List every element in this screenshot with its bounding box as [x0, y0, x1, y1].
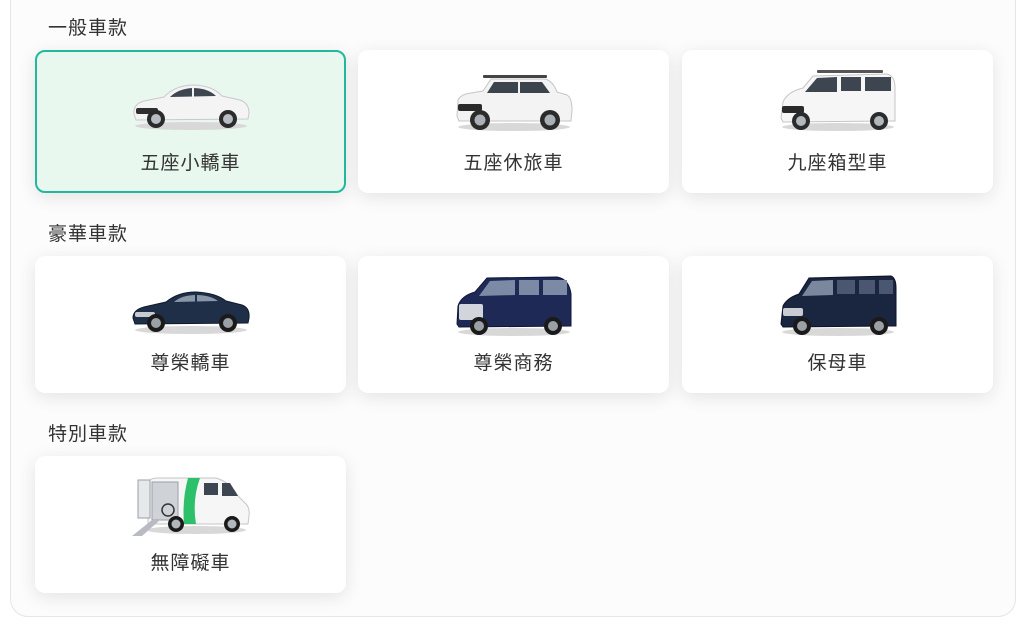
luxury-mpv-icon	[455, 276, 571, 336]
vehicle-card-van[interactable]: 九座箱型車	[682, 50, 993, 193]
vehicle-card-label: 無障礙車	[150, 552, 231, 574]
section-title-luxury: 豪華車款	[48, 223, 129, 245]
section-title-general: 一般車款	[48, 17, 129, 39]
white-suv-icon	[455, 75, 573, 131]
accessible-van-icon	[131, 477, 250, 536]
vehicle-card-luxury-sedan[interactable]: 尊榮轎車	[35, 256, 346, 393]
vehicle-card-label: 尊榮轎車	[150, 352, 231, 374]
white-van-icon	[779, 70, 895, 131]
section-title-special: 特別車款	[48, 423, 129, 445]
vehicle-card-label: 五座休旅車	[463, 152, 564, 174]
vehicle-card-accessible[interactable]: 無障礙車	[35, 456, 346, 593]
vehicle-card-label: 九座箱型車	[787, 152, 888, 174]
vehicle-card-nanny-van[interactable]: 保母車	[682, 256, 993, 393]
vehicle-card-label: 五座小轎車	[140, 152, 241, 174]
luxury-sedan-icon	[131, 291, 250, 334]
vehicle-card-sedan[interactable]: 五座小轎車	[35, 50, 346, 193]
vehicle-card-label: 尊榮商務	[473, 352, 554, 374]
vehicle-card-label: 保母車	[807, 352, 868, 374]
vehicle-card-luxury-mpv[interactable]: 尊榮商務	[358, 256, 669, 393]
white-sedan-icon	[132, 84, 250, 130]
vehicle-card-suv[interactable]: 五座休旅車	[358, 50, 669, 193]
dark-van-icon	[779, 275, 896, 336]
